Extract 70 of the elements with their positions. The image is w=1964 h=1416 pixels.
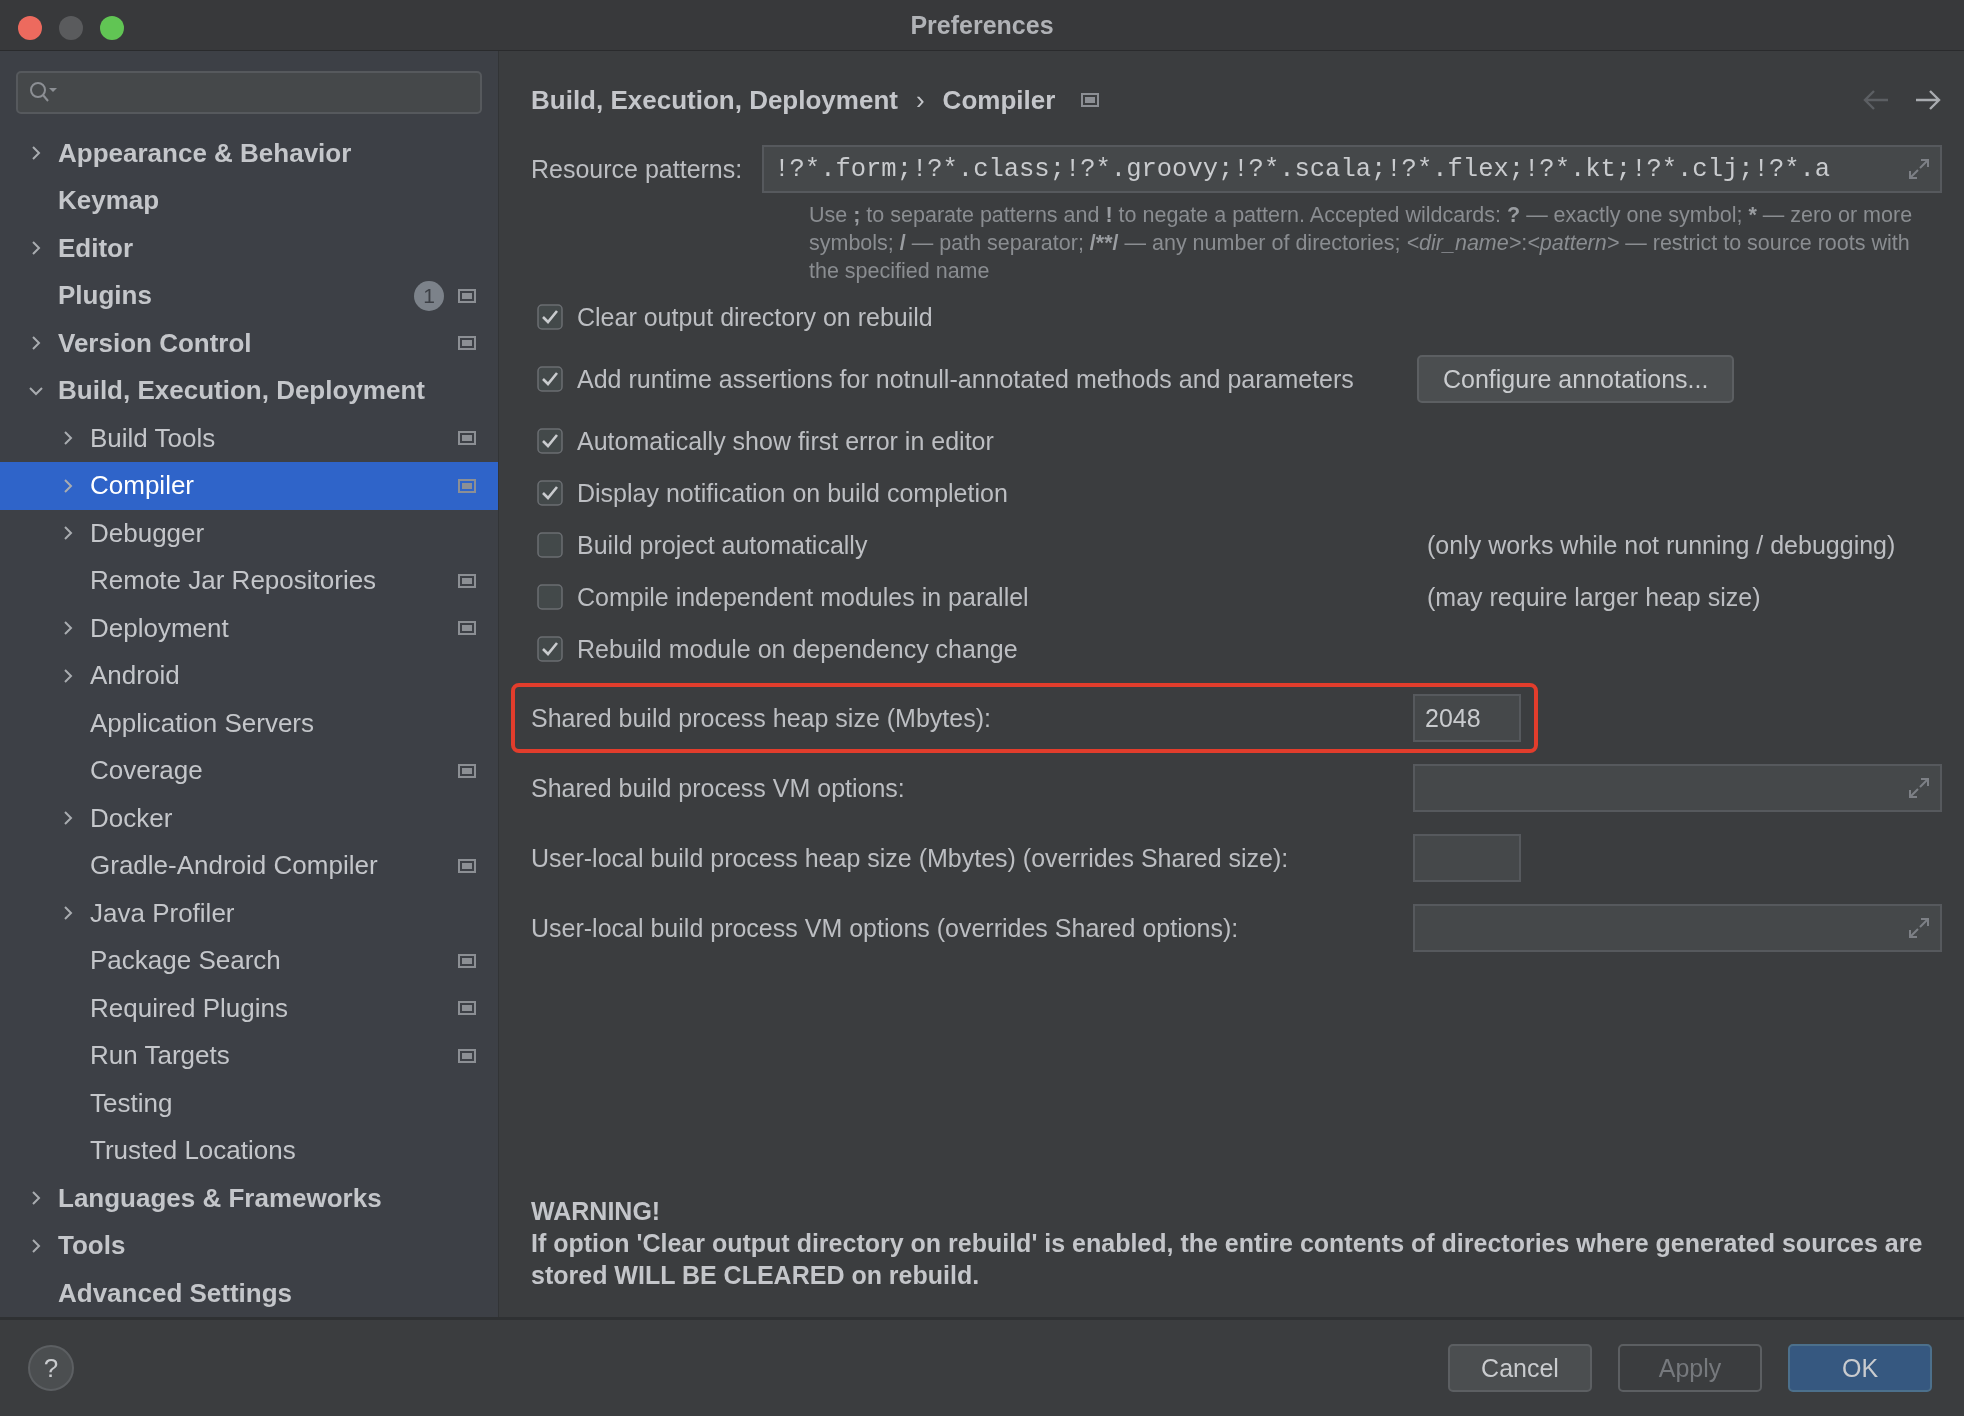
warning-title: WARNING! <box>531 1196 662 1227</box>
sidebar-item-label[interactable]: Version Control <box>58 327 252 359</box>
option-label[interactable]: Rebuild module on dependency change <box>577 634 1018 664</box>
checkbox[interactable] <box>537 428 563 454</box>
checkbox[interactable] <box>537 636 563 662</box>
sidebar-item-label[interactable]: Remote Jar Repositories <box>90 565 377 597</box>
breadcrumb-item[interactable]: Compiler <box>942 84 1056 116</box>
resource-patterns-field[interactable]: !?*.form;!?*.class;!?*.groovy;!?*.scala;!?*.flex;!?*.kt;!?*.clj;!?*.a <box>762 145 1942 193</box>
checkbox[interactable] <box>537 304 563 330</box>
sidebar-item-label[interactable]: Compiler <box>90 470 195 502</box>
forward-arrow-icon[interactable] <box>1914 89 1942 111</box>
sidebar-item-label[interactable]: Build, Execution, Deployment <box>58 375 425 407</box>
help-button[interactable]: ? <box>28 1345 74 1391</box>
sidebar-item-label[interactable]: Editor <box>58 232 134 264</box>
sidebar-item-label[interactable]: Java Profiler <box>90 897 235 929</box>
checkbox[interactable] <box>537 480 563 506</box>
search-field[interactable] <box>16 71 482 114</box>
breadcrumb-separator: › <box>915 84 925 116</box>
sidebar-item-label[interactable]: Advanced Settings <box>58 1277 293 1309</box>
window-control-button[interactable] <box>18 16 42 40</box>
sidebar-item-label[interactable]: Plugins <box>58 280 152 312</box>
sidebar-item-label[interactable]: Coverage <box>90 755 203 787</box>
field-label: User-local build process heap size (Mbytes) (overrides Shared size): <box>531 843 1290 873</box>
sidebar-item-label[interactable]: Keymap <box>58 185 160 217</box>
option-note: (may require larger heap size) <box>1427 582 1761 612</box>
sidebar-item-label[interactable]: Debugger <box>90 517 205 549</box>
sidebar-item-label[interactable]: Docker <box>90 802 173 834</box>
number-field[interactable] <box>1413 834 1521 882</box>
sidebar-item-label[interactable]: Run Targets <box>90 1040 230 1072</box>
sidebar-item-label[interactable]: Deployment <box>90 612 229 644</box>
dialog-button[interactable]: Cancel <box>1448 1344 1592 1392</box>
option-label[interactable]: Display notification on build completion <box>577 478 1008 508</box>
sidebar-item-label[interactable]: Android <box>90 660 180 692</box>
sidebar-item-label[interactable]: Gradle-Android Compiler <box>90 850 378 882</box>
field-label: Shared build process heap size (Mbytes): <box>531 703 992 733</box>
option-label[interactable]: Automatically show first error in editor <box>577 426 994 456</box>
ok-button[interactable]: OK <box>1788 1344 1932 1392</box>
checkbox[interactable] <box>537 532 563 558</box>
text-field[interactable] <box>1413 904 1942 952</box>
sidebar-item-label[interactable]: Languages & Frameworks <box>58 1182 382 1214</box>
sidebar-item-label[interactable]: Testing <box>90 1087 173 1119</box>
expand-icon[interactable] <box>1908 917 1930 939</box>
help-text: Use ; to separate patterns and ! to negate a pattern. Accepted wildcards: ? — exactly one symbol; * — zero or more symbols; / — path separator; /**/ — any number of directories; <dir_name>:<pattern> — restrict to source roots with the specified name <box>809 202 1914 285</box>
sidebar-item-label[interactable]: Appearance & Behavior <box>58 137 352 169</box>
window-control-button[interactable] <box>100 16 124 40</box>
configure-annotations-button[interactable]: Configure annotations... <box>1417 355 1735 403</box>
update-count-badge: 1 <box>414 280 444 311</box>
checkbox[interactable] <box>537 584 563 610</box>
option-label[interactable]: Add runtime assertions for notnull-annotated methods and parameters <box>577 364 1354 394</box>
number-field[interactable]: 2048 <box>1413 694 1521 742</box>
sidebar-item-label[interactable]: Tools <box>58 1230 126 1262</box>
resource-patterns-label: Resource patterns: <box>531 154 743 184</box>
window-title: Preferences <box>910 10 1054 40</box>
field-label: Shared build process VM options: <box>531 773 906 803</box>
checkbox[interactable] <box>537 366 563 392</box>
option-label[interactable]: Build project automatically <box>577 530 868 560</box>
expand-icon[interactable] <box>1908 158 1930 180</box>
option-label[interactable]: Compile independent modules in parallel <box>577 582 1029 612</box>
expand-icon[interactable] <box>1908 777 1930 799</box>
sidebar-item-label[interactable]: Trusted Locations <box>90 1135 296 1167</box>
sidebar-item-label[interactable]: Required Plugins <box>90 992 288 1024</box>
sidebar-item-label[interactable]: Build Tools <box>90 422 216 454</box>
option-note: (only works while not running / debugging) <box>1427 530 1896 560</box>
option-label[interactable]: Clear output directory on rebuild <box>577 302 933 332</box>
sidebar-item-label[interactable]: Application Servers <box>90 707 314 739</box>
sidebar-item-label[interactable]: Package Search <box>90 945 281 977</box>
breadcrumb-item[interactable]: Build, Execution, Deployment <box>531 84 898 116</box>
field-label: User-local build process VM options (overrides Shared options): <box>531 913 1240 943</box>
text-field[interactable] <box>1413 764 1942 812</box>
warning-text: If option 'Clear output directory on rebuild' is enabled, the entire contents of directories where generated sources are stored WILL BE CLEARED on rebuild. <box>531 1228 1924 1291</box>
